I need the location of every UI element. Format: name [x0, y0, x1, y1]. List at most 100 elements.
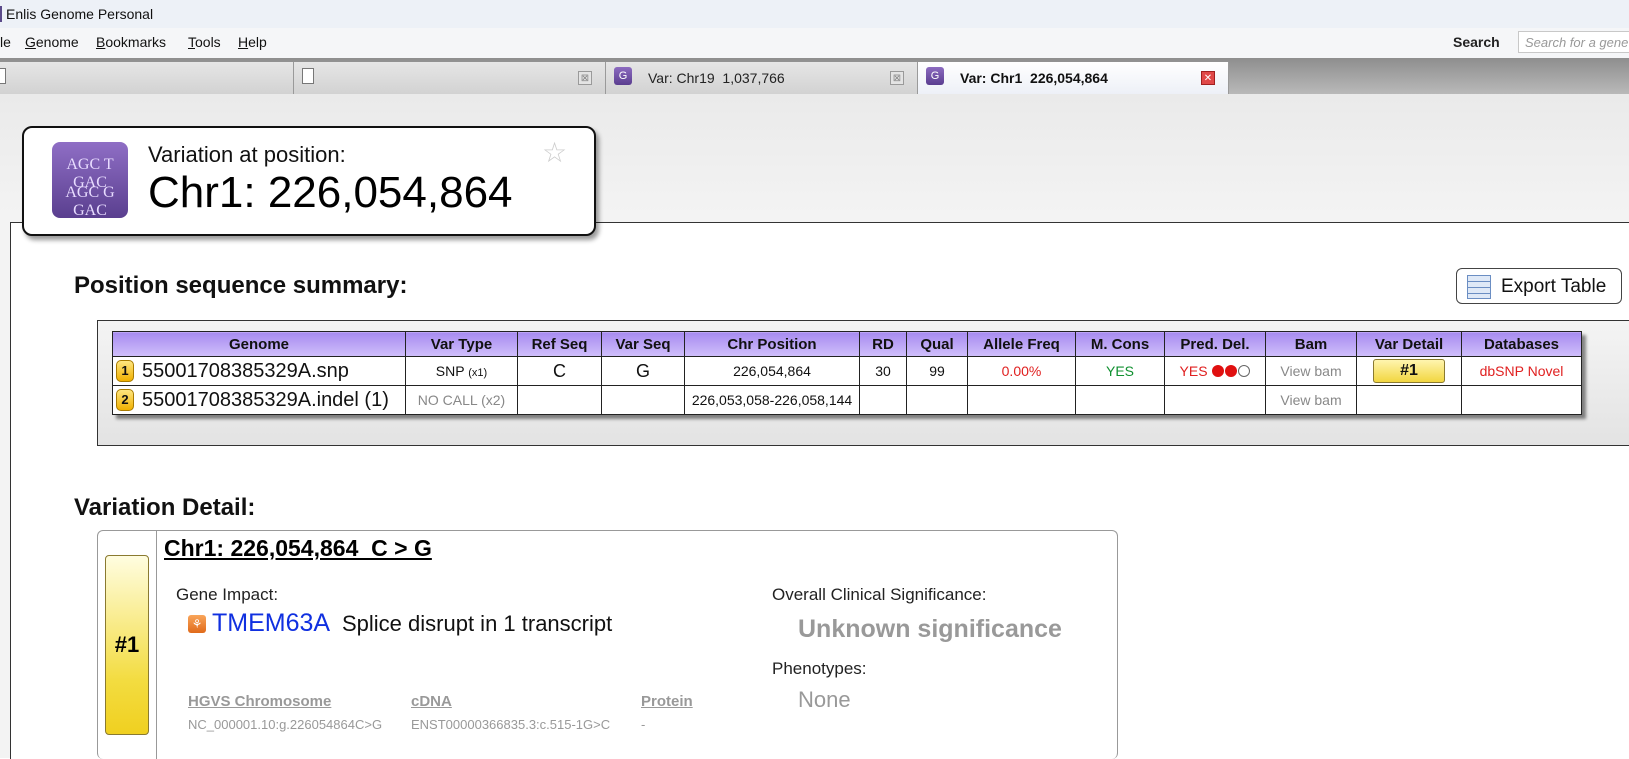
databases-cell: [1461, 385, 1582, 415]
variation-header-card: AGC T GAC AGC G GAC Variation at positio…: [22, 126, 596, 236]
col-rd[interactable]: RD: [859, 331, 907, 357]
tab-var-chr1[interactable]: G Var: Chr1 226,054,864 ✕: [918, 62, 1229, 94]
view-bam-link[interactable]: View bam: [1265, 356, 1357, 386]
genome-name: 55001708385329A.indel (1): [142, 388, 389, 411]
genome-name: 55001708385329A.snp: [142, 359, 349, 382]
col-qual[interactable]: Qual: [906, 331, 968, 357]
detail-title: Variation Detail:: [74, 494, 256, 521]
menu-bookmarks[interactable]: Bookmarks: [96, 34, 166, 50]
menu-genome[interactable]: Genome: [25, 34, 79, 50]
rd-cell: [859, 385, 907, 415]
var-type-cell: NO CALL (x2): [405, 385, 518, 415]
header-position: Chr1: 226,054,864: [148, 168, 513, 217]
header-subtitle: Variation at position:: [148, 142, 346, 167]
clinical-significance-label: Overall Clinical Significance:: [772, 585, 987, 604]
var-type-cell: SNP (x1): [405, 356, 518, 386]
menu-help[interactable]: Help: [238, 34, 267, 50]
variation-icon: G: [926, 67, 944, 85]
enlis-logo: AGC T GAC AGC G GAC: [52, 142, 128, 218]
tab-blank-2[interactable]: ⊠: [294, 62, 606, 94]
document-icon: [302, 68, 314, 84]
qual-cell: [906, 385, 968, 415]
ref-seq-cell: [517, 385, 602, 415]
col-pred-del[interactable]: Pred. Del.: [1164, 331, 1266, 357]
tab-close-icon[interactable]: ⊠: [890, 71, 904, 85]
window-title: Enlis Genome Personal: [6, 6, 154, 22]
gene-icon: ⚘: [188, 615, 206, 633]
detail-side-column: #1: [98, 531, 157, 759]
hgvs-cdna-header: cDNA: [411, 693, 452, 710]
variation-detail-card: #1 Chr1: 226,054,864 C > G Gene Impact: …: [97, 530, 1118, 759]
title-bar: Enlis Genome Personal: [0, 0, 1629, 28]
chr-position-cell: 226,054,864: [684, 356, 860, 386]
qual-cell: 99: [906, 356, 968, 386]
databases-cell[interactable]: dbSNP Novel: [1461, 356, 1582, 386]
col-bam[interactable]: Bam: [1265, 331, 1357, 357]
view-bam-link[interactable]: View bam: [1265, 385, 1357, 415]
allele-freq-cell: 0.00%: [967, 356, 1076, 386]
summary-table: Genome Var Type Ref Seq Var Seq Chr Posi…: [112, 331, 1582, 415]
col-allele-freq[interactable]: Allele Freq: [967, 331, 1076, 357]
spreadsheet-icon: [1467, 275, 1491, 299]
pred-del-cell: YES: [1164, 356, 1266, 386]
gene-impact-label: Gene Impact:: [176, 585, 279, 604]
score-dot-icon: [1225, 365, 1238, 377]
m-cons-cell: YES: [1075, 356, 1165, 386]
clinical-significance-value: Unknown significance: [798, 615, 1062, 643]
tab-close-icon[interactable]: ✕: [1201, 71, 1215, 85]
col-var-detail[interactable]: Var Detail: [1356, 331, 1462, 357]
gene-link[interactable]: TMEM63A: [212, 609, 330, 638]
var-detail-button[interactable]: #1: [1373, 359, 1445, 383]
summary-title: Position sequence summary:: [74, 272, 408, 299]
variation-heading: Chr1: 226,054,864 C > G: [164, 535, 432, 561]
menu-bar: le Genome Bookmarks Tools Help Search: [0, 28, 1629, 58]
hgvs-chromosome-value: NC_000001.10:g.226054864C>G: [188, 717, 383, 732]
impact-text: Splice disrupt in 1 transcript: [342, 611, 613, 636]
col-databases[interactable]: Databases: [1461, 331, 1582, 357]
score-dot-empty-icon: [1238, 365, 1251, 377]
var-seq-cell: G: [601, 356, 685, 386]
table-row[interactable]: 2 55001708385329A.indel (1) NO CALL (x2) …: [112, 385, 1582, 415]
tab-close-icon[interactable]: ⊠: [578, 71, 592, 85]
phenotypes-label: Phenotypes:: [772, 659, 867, 678]
col-var-type[interactable]: Var Type: [405, 331, 518, 357]
col-ref-seq[interactable]: Ref Seq: [517, 331, 602, 357]
menu-tools[interactable]: Tools: [188, 34, 221, 50]
hgvs-protein-value: -: [641, 717, 646, 732]
row-number-badge: 2: [116, 388, 134, 411]
search-input[interactable]: [1518, 31, 1629, 53]
score-dot-icon: [1212, 365, 1225, 377]
export-button-label: Export Table: [1501, 276, 1607, 297]
detail-number-tab[interactable]: #1: [105, 555, 149, 735]
pred-del-cell: [1164, 385, 1266, 415]
col-chr-position[interactable]: Chr Position: [684, 331, 860, 357]
col-genome[interactable]: Genome: [112, 331, 406, 357]
document-icon: [0, 68, 6, 84]
app-icon: [0, 6, 2, 22]
tab-var-chr19[interactable]: G Var: Chr19 1,037,766 ⊠: [606, 62, 918, 94]
hgvs-protein-header: Protein: [641, 693, 693, 710]
phenotypes-value: None: [798, 687, 851, 712]
table-row[interactable]: 1 55001708385329A.snp SNP (x1) C G 226,05…: [112, 356, 1582, 386]
m-cons-cell: [1075, 385, 1165, 415]
row-number-badge: 1: [116, 359, 134, 382]
star-bookmark-icon[interactable]: ☆: [542, 136, 567, 169]
tab-strip: ⊠ G Var: Chr19 1,037,766 ⊠ G Var: Chr1 2…: [0, 58, 1629, 94]
variation-icon: G: [614, 67, 632, 85]
ref-seq-cell: C: [517, 356, 602, 386]
tab-blank-1[interactable]: [0, 62, 294, 94]
chr-position-cell: 226,053,058-226,058,144: [684, 385, 860, 415]
hgvs-cdna-value: ENST00000366835.3:c.515-1G>C: [411, 717, 611, 732]
export-table-button[interactable]: Export Table: [1456, 268, 1622, 304]
search-label: Search: [1453, 34, 1500, 50]
genome-cell: 2 55001708385329A.indel (1): [112, 385, 406, 415]
rd-cell: 30: [859, 356, 907, 386]
menu-file[interactable]: le: [0, 34, 11, 50]
col-var-seq[interactable]: Var Seq: [601, 331, 685, 357]
allele-freq-cell: [967, 385, 1076, 415]
hgvs-chromosome-header: HGVS Chromosome: [188, 693, 332, 710]
logo-text-bottom: AGC G GAC: [65, 184, 115, 218]
genome-cell: 1 55001708385329A.snp: [112, 356, 406, 386]
col-m-cons[interactable]: M. Cons: [1075, 331, 1165, 357]
tab-label: Var: Chr19 1,037,766: [648, 70, 785, 86]
